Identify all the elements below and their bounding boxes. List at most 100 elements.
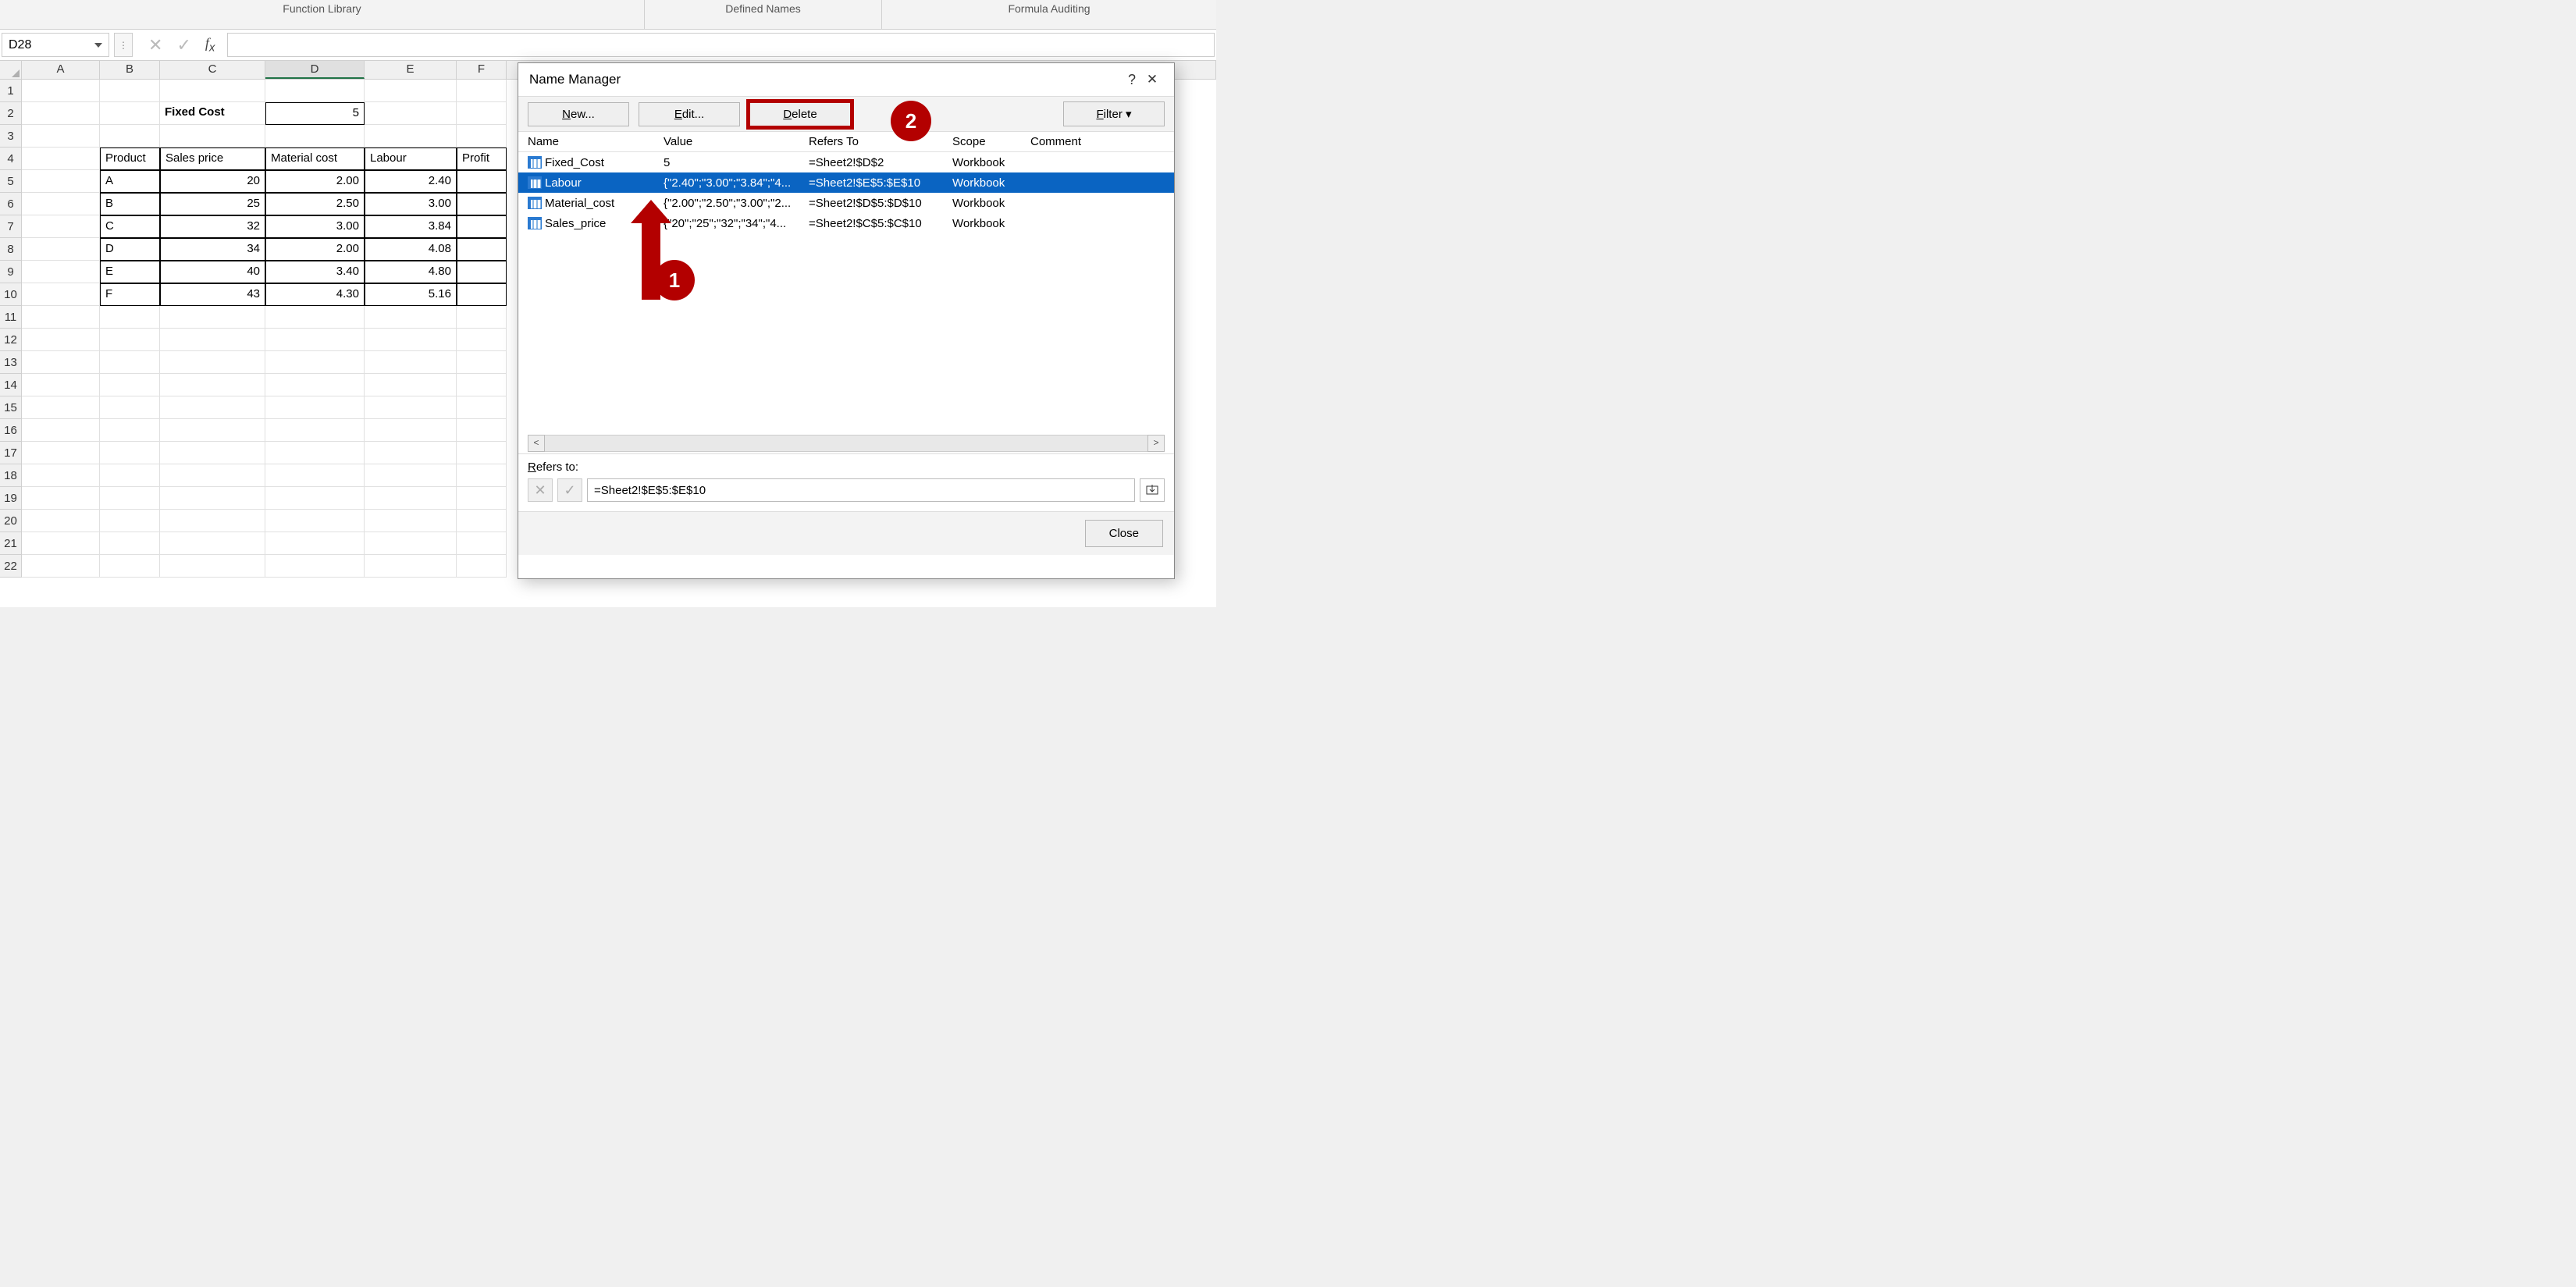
cell[interactable] xyxy=(22,306,100,329)
range-picker-icon[interactable] xyxy=(1140,478,1165,502)
select-all-corner[interactable] xyxy=(0,61,22,79)
cell[interactable]: 32 xyxy=(160,215,265,238)
cell[interactable] xyxy=(160,306,265,329)
row-header[interactable]: 10 xyxy=(0,283,22,306)
cell[interactable] xyxy=(100,80,160,102)
cell[interactable] xyxy=(100,464,160,487)
row-header[interactable]: 9 xyxy=(0,261,22,283)
cell[interactable] xyxy=(457,102,507,125)
cell[interactable] xyxy=(457,215,507,238)
cell[interactable]: 2.00 xyxy=(265,170,365,193)
cell[interactable] xyxy=(100,487,160,510)
cell[interactable]: 4.08 xyxy=(365,238,457,261)
cell[interactable] xyxy=(365,510,457,532)
cell[interactable] xyxy=(22,396,100,419)
cell[interactable] xyxy=(22,215,100,238)
cell[interactable]: 20 xyxy=(160,170,265,193)
cell[interactable] xyxy=(22,193,100,215)
cell[interactable] xyxy=(365,532,457,555)
row-header[interactable]: 16 xyxy=(0,419,22,442)
cell[interactable] xyxy=(365,419,457,442)
row-header[interactable]: 21 xyxy=(0,532,22,555)
column-header[interactable]: B xyxy=(100,61,160,79)
cell-header-labour[interactable]: Labour xyxy=(365,148,457,170)
dialog-titlebar[interactable]: Name Manager ? ✕ xyxy=(518,63,1174,96)
cell[interactable] xyxy=(100,306,160,329)
column-header[interactable]: D xyxy=(265,61,365,79)
refers-cancel-button[interactable]: ✕ xyxy=(528,478,553,502)
row-header[interactable]: 13 xyxy=(0,351,22,374)
column-header[interactable]: E xyxy=(365,61,457,79)
cell[interactable] xyxy=(265,125,365,148)
cell[interactable]: E xyxy=(100,261,160,283)
cell[interactable]: 25 xyxy=(160,193,265,215)
cell[interactable] xyxy=(22,487,100,510)
cell[interactable]: 3.40 xyxy=(265,261,365,283)
cell[interactable] xyxy=(457,238,507,261)
filter-button[interactable]: Filter ▾ xyxy=(1063,101,1165,126)
cell[interactable] xyxy=(100,374,160,396)
cell[interactable] xyxy=(457,283,507,306)
cell[interactable]: 43 xyxy=(160,283,265,306)
row-header[interactable]: 6 xyxy=(0,193,22,215)
col-value[interactable]: Value xyxy=(664,135,809,148)
cell-fixed-cost-label[interactable]: Fixed Cost xyxy=(160,102,265,125)
cell[interactable] xyxy=(457,464,507,487)
row-header[interactable]: 17 xyxy=(0,442,22,464)
cell[interactable] xyxy=(457,374,507,396)
cell[interactable] xyxy=(22,125,100,148)
cell[interactable] xyxy=(160,555,265,578)
cell[interactable] xyxy=(22,374,100,396)
cell[interactable] xyxy=(160,419,265,442)
cell[interactable] xyxy=(265,419,365,442)
name-list-body[interactable]: Fixed_Cost 5 =Sheet2!$D$2 Workbook Labou… xyxy=(518,152,1174,433)
cell[interactable] xyxy=(265,442,365,464)
cell[interactable] xyxy=(457,532,507,555)
cell[interactable] xyxy=(365,80,457,102)
name-list-row[interactable]: Fixed_Cost 5 =Sheet2!$D$2 Workbook xyxy=(518,152,1174,172)
scroll-left-icon[interactable]: < xyxy=(528,435,545,452)
cell[interactable]: B xyxy=(100,193,160,215)
column-header[interactable]: A xyxy=(22,61,100,79)
cell[interactable] xyxy=(22,283,100,306)
cell[interactable]: 2.00 xyxy=(265,238,365,261)
cell[interactable] xyxy=(160,374,265,396)
row-header[interactable]: 22 xyxy=(0,555,22,578)
cell[interactable] xyxy=(100,351,160,374)
cell[interactable] xyxy=(22,510,100,532)
cell[interactable] xyxy=(365,374,457,396)
row-header[interactable]: 14 xyxy=(0,374,22,396)
cell-fixed-cost-value[interactable]: 5 xyxy=(265,102,365,125)
cell[interactable] xyxy=(160,442,265,464)
fx-icon[interactable]: fx xyxy=(205,35,215,55)
cell[interactable]: 3.84 xyxy=(365,215,457,238)
cell[interactable] xyxy=(365,396,457,419)
close-icon[interactable]: ✕ xyxy=(1141,72,1163,87)
cell[interactable]: 4.80 xyxy=(365,261,457,283)
cell[interactable] xyxy=(100,329,160,351)
row-header[interactable]: 2 xyxy=(0,102,22,125)
refers-accept-button[interactable]: ✓ xyxy=(557,478,582,502)
cell[interactable] xyxy=(22,532,100,555)
cell[interactable] xyxy=(160,80,265,102)
row-header[interactable]: 20 xyxy=(0,510,22,532)
name-box[interactable]: D28 xyxy=(2,33,109,57)
cell[interactable]: 5.16 xyxy=(365,283,457,306)
cell[interactable] xyxy=(457,329,507,351)
cell[interactable] xyxy=(22,442,100,464)
cell[interactable] xyxy=(265,487,365,510)
column-header[interactable]: F xyxy=(457,61,507,79)
cell[interactable] xyxy=(365,102,457,125)
col-comment[interactable]: Comment xyxy=(1030,135,1165,148)
cell[interactable] xyxy=(457,351,507,374)
cell[interactable] xyxy=(100,510,160,532)
row-header[interactable]: 15 xyxy=(0,396,22,419)
row-header[interactable]: 7 xyxy=(0,215,22,238)
cell[interactable]: 4.30 xyxy=(265,283,365,306)
cell[interactable] xyxy=(457,80,507,102)
cell[interactable] xyxy=(22,351,100,374)
name-list-row[interactable]: Sales_price {"20";"25";"32";"34";"4... =… xyxy=(518,213,1174,233)
cell[interactable] xyxy=(265,80,365,102)
cell[interactable] xyxy=(365,125,457,148)
cell[interactable] xyxy=(457,125,507,148)
